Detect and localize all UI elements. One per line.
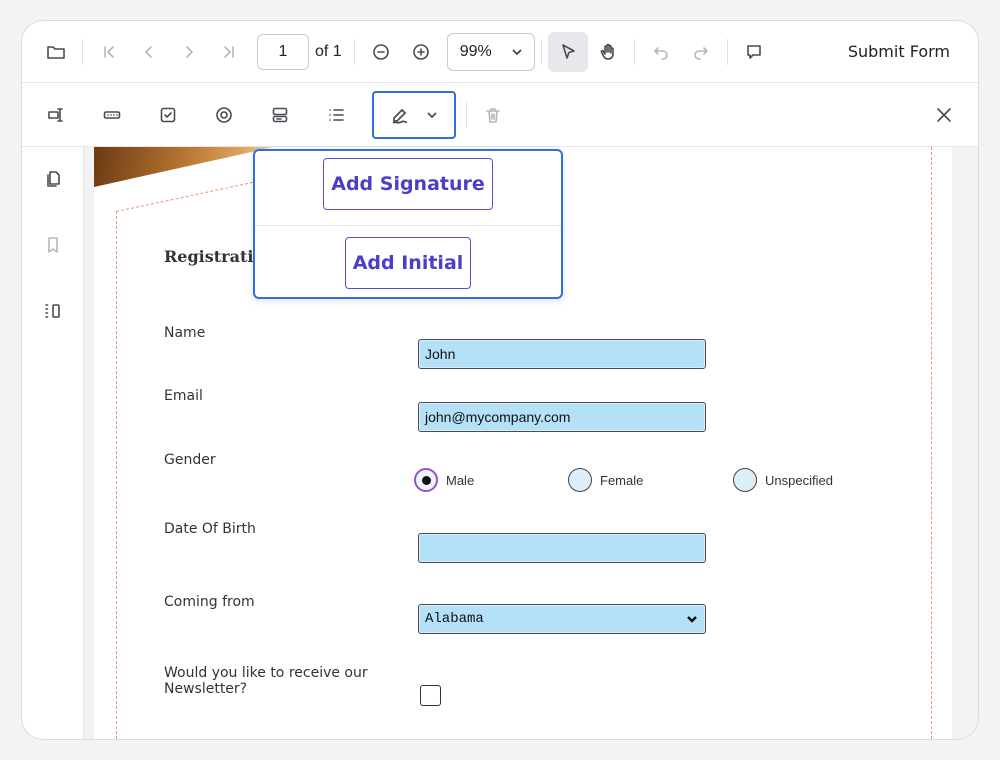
form-designer-toolbar — [22, 83, 978, 147]
name-label: Name — [164, 325, 206, 341]
toolbar-separator — [633, 38, 635, 65]
toolbar-separator — [82, 38, 83, 65]
radio-circle[interactable] — [414, 468, 438, 492]
dropdown-field-icon[interactable] — [260, 95, 300, 135]
date-of-birth-field[interactable] — [418, 533, 706, 563]
zoom-out-icon[interactable] — [361, 32, 401, 72]
close-toolbar-icon[interactable] — [924, 95, 964, 135]
menu-divider — [255, 225, 561, 226]
email-field[interactable]: john@mycompany.com — [418, 402, 706, 432]
signature-dropdown-menu: Add Signature Add Initial — [253, 149, 563, 299]
form-border — [116, 179, 263, 212]
toolbar-separator — [726, 38, 728, 65]
gender-radio-female[interactable]: Female — [568, 468, 643, 492]
textbox-field-icon[interactable] — [36, 95, 76, 135]
password-field-icon[interactable] — [92, 95, 132, 135]
navigation-sidebar — [22, 147, 84, 739]
zoom-dropdown[interactable]: 99% — [446, 32, 535, 71]
chevron-down-icon — [427, 111, 437, 118]
selection-tool-icon[interactable] — [547, 31, 588, 72]
chevron-down-icon — [512, 48, 522, 55]
toolbar-separator — [353, 38, 355, 65]
next-page-icon[interactable] — [169, 32, 209, 72]
email-label: Email — [164, 388, 203, 404]
delete-field-icon[interactable] — [473, 95, 513, 135]
name-field[interactable]: John — [418, 339, 706, 369]
coming-from-label: Coming from — [164, 594, 255, 610]
add-signature-button[interactable]: Add Signature — [323, 158, 493, 210]
radio-circle[interactable] — [733, 468, 757, 492]
signature-field-button[interactable] — [372, 90, 456, 139]
form-border — [116, 211, 117, 739]
redo-icon[interactable] — [681, 32, 721, 72]
page-total-text: of 1 — [315, 42, 342, 60]
newsletter-checkbox[interactable] — [420, 685, 441, 706]
chevron-down-icon — [687, 616, 697, 623]
radio-label: Female — [600, 472, 644, 488]
open-file-icon[interactable] — [36, 32, 76, 72]
selected-state: Alabama — [425, 611, 484, 627]
last-page-icon[interactable] — [209, 32, 249, 72]
list-box-field-icon[interactable] — [316, 95, 356, 135]
gender-radio-unspecified[interactable]: Unspecified — [733, 468, 833, 492]
page-thumbnails-icon[interactable] — [33, 159, 73, 199]
newsletter-label-line: Would you like to receive our — [164, 665, 368, 681]
zoom-value: 99% — [459, 42, 492, 60]
form-border — [931, 147, 932, 739]
undo-icon[interactable] — [641, 32, 681, 72]
main-toolbar: 1 of 1 99% Submit Form — [22, 21, 978, 83]
previous-page-icon[interactable] — [129, 32, 169, 72]
first-page-icon[interactable] — [89, 32, 129, 72]
checkbox-field-icon[interactable] — [148, 95, 188, 135]
comment-icon[interactable] — [734, 32, 774, 72]
form-fields-panel-icon[interactable] — [33, 291, 73, 331]
date-of-birth-label: Date Of Birth — [164, 521, 256, 537]
gender-label: Gender — [164, 452, 216, 468]
signature-pen-icon — [392, 108, 408, 124]
coming-from-select[interactable]: Alabama — [418, 604, 706, 634]
radio-label: Male — [446, 472, 475, 488]
bookmark-icon[interactable] — [33, 225, 73, 265]
toolbar-separator — [466, 101, 467, 128]
page-header-image — [94, 147, 274, 187]
radio-circle[interactable] — [568, 468, 592, 492]
gender-radio-male[interactable]: Male — [414, 468, 474, 492]
newsletter-label: Would you like to receive our Newsletter… — [164, 665, 368, 697]
add-initial-button[interactable]: Add Initial — [345, 237, 471, 289]
submit-form-button[interactable]: Submit Form — [834, 42, 964, 61]
radio-button-field-icon[interactable] — [204, 95, 244, 135]
pdf-viewer-window: 1 of 1 99% Submit Form Registration Name… — [21, 20, 979, 740]
zoom-in-icon[interactable] — [401, 32, 441, 72]
pan-tool-icon[interactable] — [588, 32, 628, 72]
newsletter-label-line: Newsletter? — [164, 681, 248, 697]
toolbar-separator — [540, 38, 542, 65]
page-number-input[interactable]: 1 — [257, 33, 309, 70]
radio-label: Unspecified — [765, 472, 833, 488]
